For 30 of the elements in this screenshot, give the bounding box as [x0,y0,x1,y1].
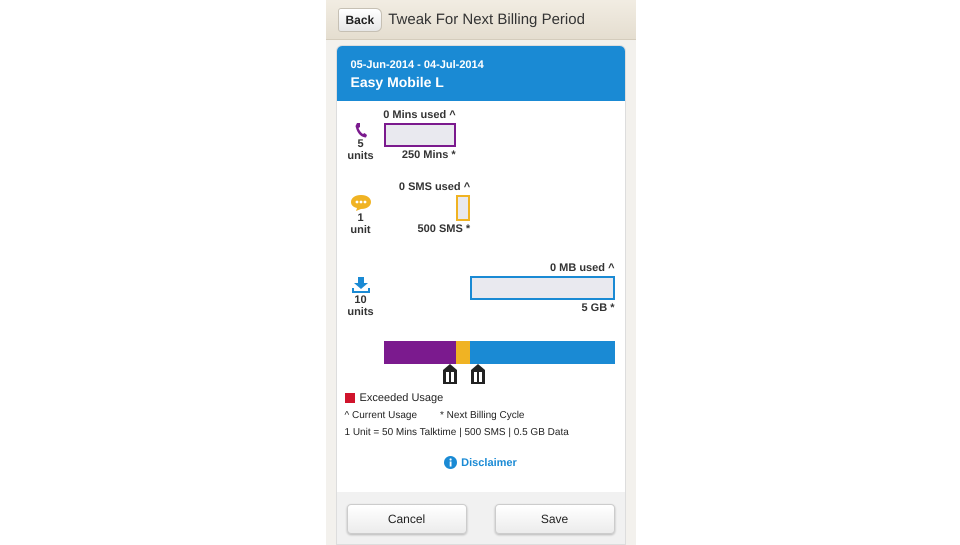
legend-note: ^ Current Usage [344,410,417,421]
legend-note: * Next Billing Cycle [440,410,524,421]
allowance-label: 250 Mins * [402,149,456,161]
plan-name: Easy Mobile L [350,74,445,90]
slider-handle[interactable] [471,364,486,384]
legend-label: Exceeded Usage [360,392,444,404]
chat-bubble-icon [350,194,372,212]
slider-handle[interactable] [442,364,457,384]
used-label: 0 MB used ^ [550,262,614,274]
unit-count: 5 [357,138,364,150]
allowance-label: 500 SMS * [418,223,470,235]
used-label: 0 Mins used ^ [383,109,456,121]
billing-period: 05-Jun-2014 - 04-Jul-2014 [350,59,485,71]
allowance-label: 5 GB * [581,302,614,314]
info-icon [444,456,458,469]
action-button[interactable]: Cancel [346,504,466,534]
page-title: Tweak For Next Billing Period [388,11,585,28]
unit-label: units [347,306,374,318]
disclaimer-link[interactable]: Disclaimer [444,456,517,469]
unit-count: 1 [357,212,364,224]
legend-swatch [344,393,354,403]
phone-icon [354,122,368,138]
download-icon [350,276,370,294]
back-button[interactable]: Back [338,8,382,32]
unit-definition: 1 Unit = 50 Mins Talktime | 500 SMS | 0.5 GB Data [344,427,569,438]
unit-label: units [347,150,374,162]
action-button[interactable]: Save [494,504,614,534]
used-label: 0 SMS used ^ [398,181,470,193]
unit-label: unit [350,224,371,236]
unit-count: 10 [354,294,367,306]
